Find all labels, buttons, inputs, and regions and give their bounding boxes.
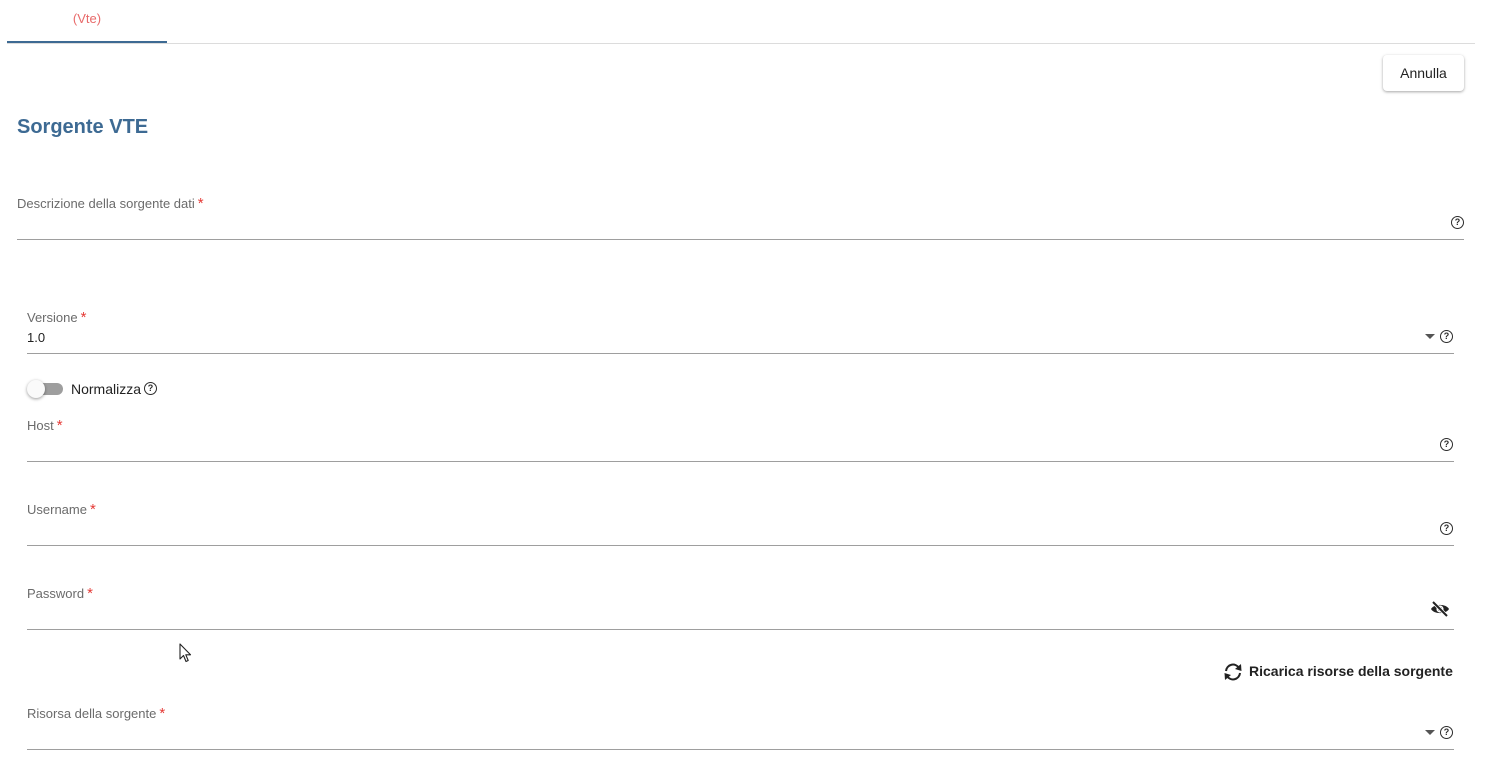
username-label: Username * <box>27 501 96 518</box>
version-value: 1.0 <box>27 330 46 345</box>
help-circle-icon[interactable]: ? <box>144 382 157 395</box>
required-asterisk: * <box>89 501 96 518</box>
resource-label-text: Risorsa della sorgente <box>27 706 157 721</box>
tab-vte[interactable]: (Vte) <box>7 0 167 43</box>
help-circle-icon[interactable]: ? <box>1451 216 1464 229</box>
required-asterisk: * <box>87 585 93 602</box>
tab-bar: (Vte) <box>7 0 1475 44</box>
password-label: Password * <box>27 585 93 602</box>
password-label-text: Password <box>27 586 85 601</box>
normalize-label-text: Normalizza <box>71 381 142 397</box>
description-label: Descrizione della sorgente dati * <box>17 195 204 212</box>
toggle-knob <box>27 380 45 398</box>
username-input[interactable] <box>27 522 1427 540</box>
version-label-text: Versione <box>27 310 78 325</box>
reload-resources-label: Ricarica risorse della sorgente <box>1249 663 1453 679</box>
required-asterisk: * <box>56 417 63 434</box>
help-circle-icon[interactable]: ? <box>1440 330 1453 343</box>
refresh-icon <box>1224 663 1242 681</box>
mouse-cursor-icon <box>179 643 192 663</box>
required-asterisk: * <box>80 309 87 326</box>
host-label: Host * <box>27 417 63 434</box>
host-field: Host * ? <box>27 412 1454 462</box>
help-circle-icon[interactable]: ? <box>1440 726 1453 739</box>
description-input[interactable] <box>17 216 1437 234</box>
username-label-text: Username <box>27 502 87 517</box>
resource-select[interactable]: Risorsa della sorgente * ? <box>27 700 1454 750</box>
caret-down-icon[interactable] <box>1425 334 1435 339</box>
password-input[interactable] <box>27 606 1417 624</box>
password-field: Password * <box>27 580 1454 630</box>
description-field: Descrizione della sorgente dati * ? <box>17 190 1464 240</box>
host-label-text: Host <box>27 418 54 433</box>
description-label-text: Descrizione della sorgente dati <box>17 196 195 211</box>
version-label: Versione * <box>27 309 86 326</box>
normalize-label: Normalizza <box>71 381 141 397</box>
resource-label: Risorsa della sorgente * <box>27 705 165 722</box>
help-circle-icon[interactable]: ? <box>1440 438 1453 451</box>
page-title: Sorgente VTE <box>17 116 149 138</box>
help-circle-icon[interactable]: ? <box>1440 522 1453 535</box>
host-input[interactable] <box>27 438 1427 456</box>
eye-off-icon[interactable] <box>1429 600 1451 618</box>
caret-down-icon[interactable] <box>1425 730 1435 735</box>
required-asterisk: * <box>197 195 204 212</box>
version-select[interactable]: Versione * 1.0 ? <box>27 304 1454 354</box>
cancel-button[interactable]: Annulla <box>1383 55 1464 91</box>
required-asterisk: * <box>159 705 166 722</box>
username-field: Username * ? <box>27 496 1454 546</box>
normalize-toggle[interactable] <box>27 380 63 398</box>
